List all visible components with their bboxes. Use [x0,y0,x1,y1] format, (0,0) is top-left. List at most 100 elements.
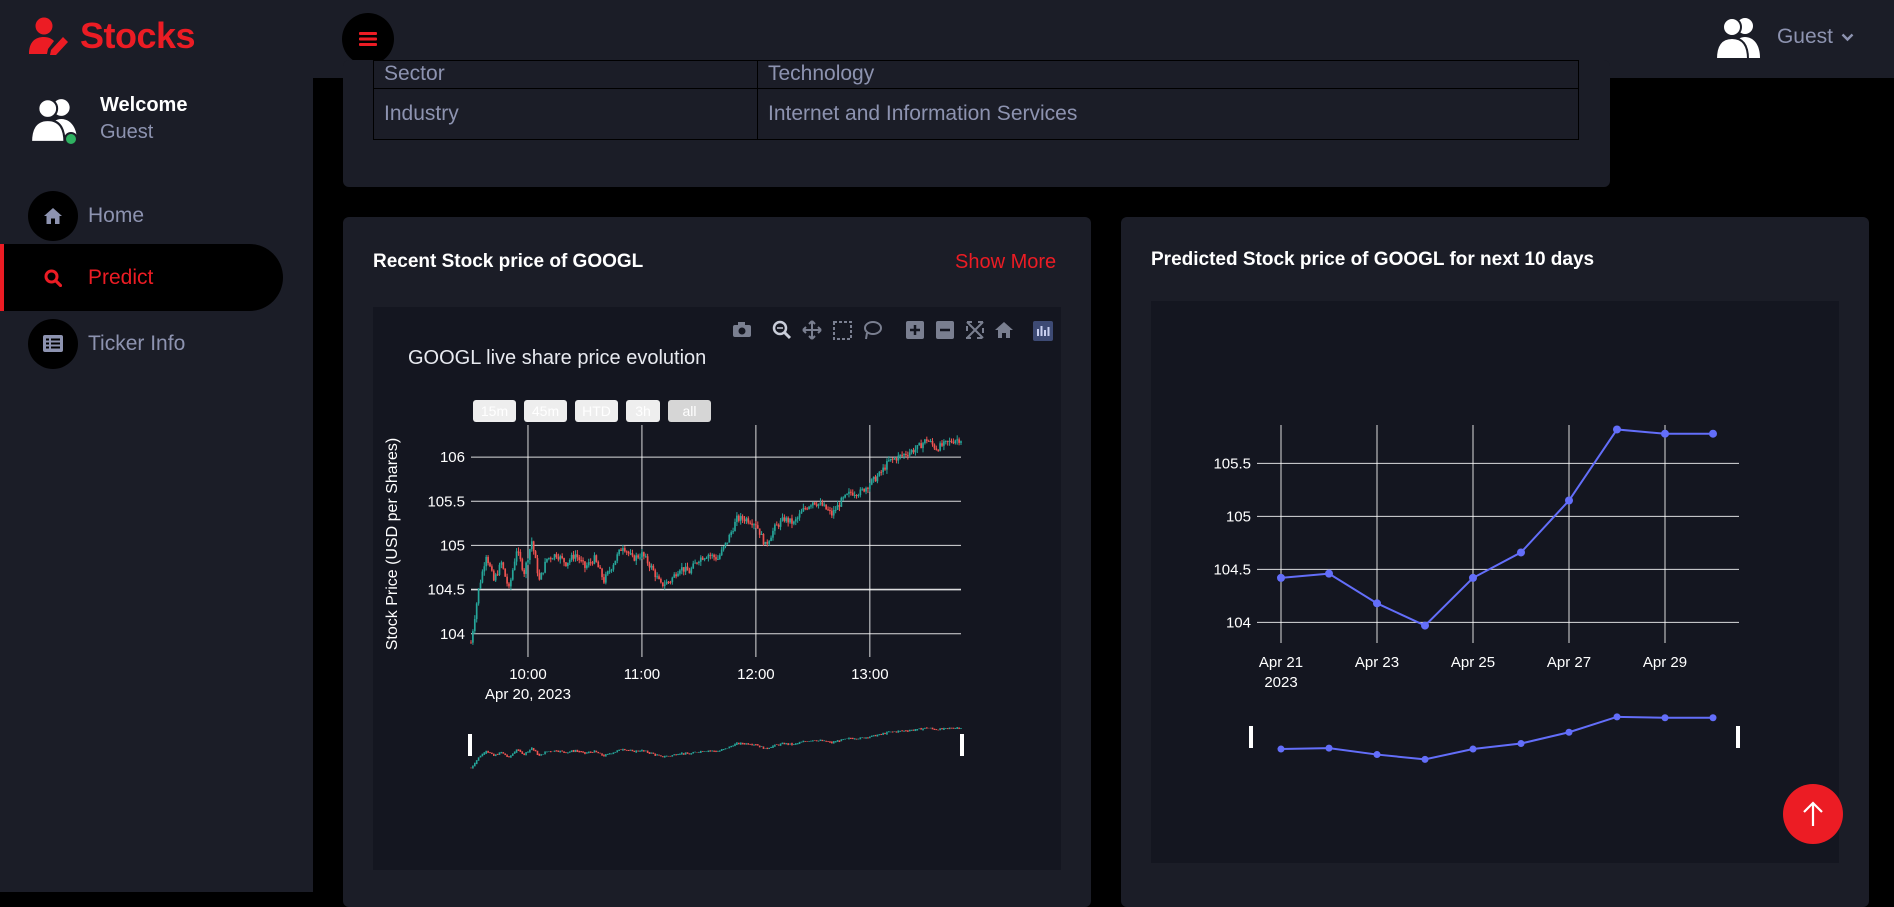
x-tick-label: Apr 23 [1355,654,1399,671]
candle [781,513,784,522]
zoom-in-icon[interactable] [906,321,924,339]
prediction-chart-svg[interactable]: 104 104.5 105 105.5 Apr 21 Apr 23 Apr 25 Apr 27… [1151,301,1839,863]
candlestick-plot[interactable]: GOOGL live share price evolution 15m 45m H… [373,307,1061,870]
candle [730,530,733,538]
candle [745,516,748,525]
scroll-to-top-button[interactable] [1783,784,1843,844]
candle [542,572,545,576]
candle [679,569,681,576]
candle [855,494,858,499]
range-button-15m[interactable]: 15m [473,400,516,422]
range-slider-handle-left[interactable] [1249,726,1253,748]
candle [859,487,862,498]
brand-logo[interactable]: Stocks [28,14,196,58]
data-point[interactable] [1277,573,1285,582]
sidebar-item-home[interactable]: Home [0,182,283,249]
candle [622,544,624,555]
data-point[interactable] [1469,573,1477,582]
range-slider[interactable] [468,727,964,769]
y-tick-label: 104 [1226,614,1251,631]
candle [734,518,736,532]
slider-data-point [1277,745,1285,753]
menu-toggle-button[interactable] [342,13,394,65]
sidebar-item-ticker-info[interactable]: Ticker Info [0,310,283,377]
candle [523,568,526,577]
reset-axes-icon[interactable] [995,322,1013,338]
candle [867,486,869,494]
range-button-all[interactable]: all [668,400,711,422]
data-point[interactable] [1517,548,1525,557]
data-point[interactable] [1421,621,1429,630]
range-slider-handle-right[interactable] [960,734,964,756]
candle [498,562,501,576]
range-slider[interactable] [1249,713,1740,763]
chart-grid [471,425,961,657]
candle [756,521,759,529]
candle [813,502,816,506]
avatar [29,94,80,146]
candle [489,561,491,568]
candle [812,501,814,509]
candle [737,514,740,523]
predicted-price-card-title: Predicted Stock price of GOOGL for next … [1151,249,1595,270]
candle [823,502,826,507]
zoom-icon[interactable] [772,320,792,340]
slider-data-point [1325,744,1333,752]
data-point[interactable] [1565,496,1573,505]
lasso-select-icon[interactable] [864,321,882,340]
y-tick-label: 104 [440,626,465,643]
range-button-3h[interactable]: 3h [626,400,660,422]
sidebar-item-predict[interactable]: Predict [0,244,283,311]
prediction-plot[interactable]: 104 104.5 105 105.5 Apr 21 Apr 23 Apr 25 Apr 27… [1151,301,1839,863]
data-point[interactable] [1373,599,1381,608]
candle [736,512,738,527]
candle [817,503,820,509]
candle [650,563,653,570]
candle [508,582,510,589]
candle [669,580,672,585]
candle [692,560,695,569]
range-slider-handle-left[interactable] [468,734,472,756]
candle [546,558,548,564]
autoscale-icon[interactable] [966,321,984,339]
range-button-45m[interactable]: 45m [524,400,567,422]
candle [800,508,803,514]
candle [470,640,472,644]
range-slider-handle-right[interactable] [1736,726,1740,748]
zoom-out-icon[interactable] [936,321,954,339]
pan-icon[interactable] [802,320,822,340]
plotly-logo-icon[interactable] [1033,321,1053,341]
y-axis-label: Stock Price (USD per Shares) [384,438,401,651]
candle [673,572,676,579]
candlestick-chart-svg[interactable]: GOOGL live share price evolution 15m 45m H… [373,307,1061,870]
show-more-link[interactable]: Show More [955,251,1056,274]
prediction-series [1277,425,1717,630]
range-button-htd[interactable]: HTD [575,400,618,422]
candle [783,514,786,523]
user-menu[interactable]: Guest [1714,14,1854,60]
y-tick-label: 105 [440,537,465,554]
x-tick-label: 11:00 [624,666,660,683]
candle [912,447,915,455]
candle [827,506,829,511]
table-cell-key: Sector [373,60,758,89]
candle [582,557,584,566]
candle [530,537,533,552]
candle [534,549,537,559]
data-point[interactable] [1661,429,1669,438]
candle [570,552,573,562]
data-point[interactable] [1613,425,1621,434]
candle [475,602,478,623]
candle [578,554,581,564]
candle [477,588,480,606]
candle [586,562,588,570]
candle [648,561,651,572]
candle [804,506,807,511]
box-select-icon[interactable] [833,321,852,340]
camera-icon[interactable] [733,322,751,337]
candle [519,549,522,562]
candle [487,555,489,566]
data-point[interactable] [1325,569,1333,578]
data-point[interactable] [1709,429,1717,438]
candle [616,552,619,564]
